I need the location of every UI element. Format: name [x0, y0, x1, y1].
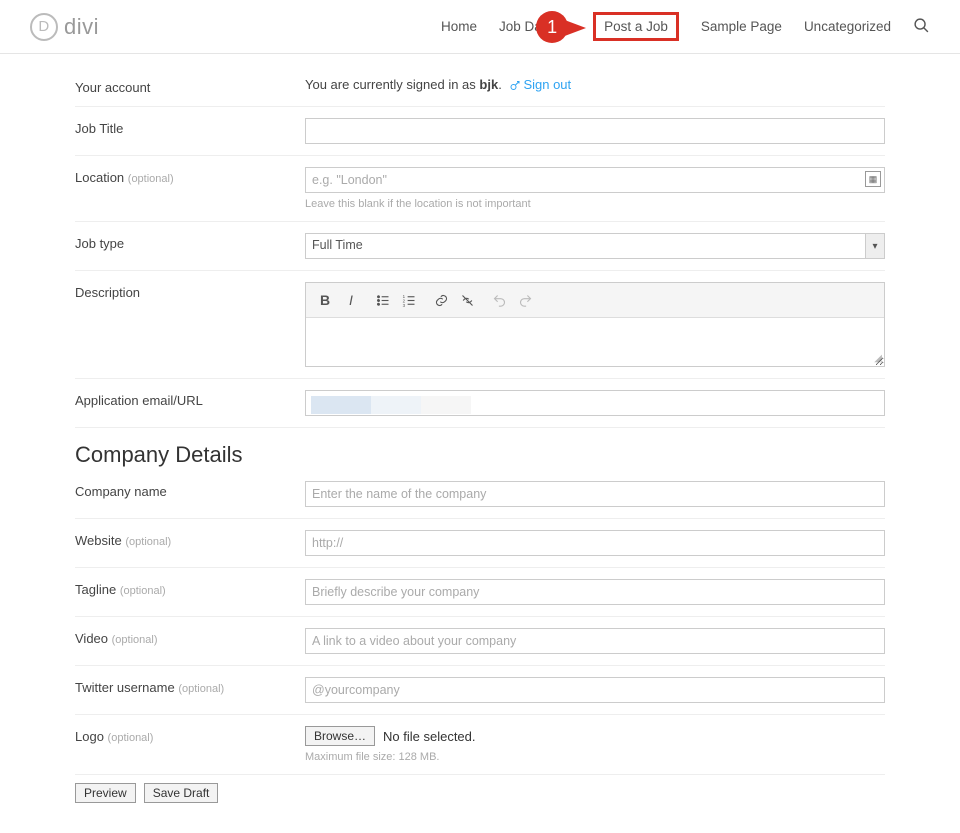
label-account: Your account [75, 77, 305, 95]
label-twitter-text: Twitter username [75, 680, 175, 695]
masked-value [311, 396, 471, 414]
row-account: Your account You are currently signed in… [75, 66, 885, 107]
location-detect-icon[interactable]: ▦ [865, 171, 881, 187]
row-description: Description B I 123 ◢ [75, 271, 885, 379]
nav-uncategorized[interactable]: Uncategorized [804, 19, 891, 34]
label-logo-optional: (optional) [108, 732, 154, 744]
job-title-input[interactable] [305, 118, 885, 144]
description-textarea[interactable]: ◢ [306, 318, 884, 366]
tagline-input[interactable] [305, 579, 885, 605]
label-logo: Logo (optional) [75, 726, 305, 744]
video-input[interactable] [305, 628, 885, 654]
nav-post-a-job-label: Post a Job [604, 19, 668, 34]
ol-button[interactable]: 123 [396, 287, 422, 313]
row-video: Video (optional) [75, 617, 885, 666]
editor-toolbar: B I 123 [306, 283, 884, 318]
signed-in-prefix: You are currently signed in as [305, 77, 479, 92]
browse-button[interactable]: Browse… [305, 726, 375, 746]
twitter-input[interactable] [305, 677, 885, 703]
nav-home[interactable]: Home [441, 19, 477, 34]
unlink-button[interactable] [454, 287, 480, 313]
undo-button[interactable] [486, 287, 512, 313]
label-website: Website (optional) [75, 530, 305, 548]
label-tagline-optional: (optional) [120, 585, 166, 597]
italic-button[interactable]: I [338, 287, 364, 313]
signed-in-user: bjk [479, 77, 498, 92]
resize-handle-icon[interactable]: ◢ [874, 353, 882, 364]
logo[interactable]: D divi [30, 13, 99, 41]
logo-hint: Maximum file size: 128 MB. [305, 751, 885, 763]
label-location-text: Location [75, 170, 124, 185]
website-input[interactable] [305, 530, 885, 556]
label-app-email: Application email/URL [75, 390, 305, 408]
label-company-name: Company name [75, 481, 305, 499]
company-details-heading: Company Details [75, 442, 885, 468]
row-app-email: Application email/URL [75, 379, 885, 428]
label-tagline: Tagline (optional) [75, 579, 305, 597]
label-website-text: Website [75, 533, 122, 548]
label-location-optional: (optional) [128, 173, 174, 185]
logo-icon: D [30, 13, 58, 41]
chevron-down-icon[interactable]: ▾ [865, 233, 885, 259]
nav-sample-page[interactable]: Sample Page [701, 19, 782, 34]
preview-button[interactable]: Preview [75, 783, 136, 803]
form-container: Your account You are currently signed in… [55, 54, 905, 833]
label-website-optional: (optional) [125, 536, 171, 548]
signed-in-suffix: . [498, 77, 505, 92]
location-hint: Leave this blank if the location is not … [305, 198, 885, 210]
account-status: You are currently signed in as bjk. Sign… [305, 77, 885, 92]
form-actions: Preview Save Draft [75, 783, 885, 803]
row-website: Website (optional) [75, 519, 885, 568]
arrow-right-icon [562, 19, 586, 37]
file-status: No file selected. [383, 729, 476, 744]
label-twitter: Twitter username (optional) [75, 677, 305, 695]
job-type-select[interactable]: Full Time [305, 233, 885, 259]
step-callout: 1 [536, 11, 594, 45]
label-description: Description [75, 282, 305, 300]
label-job-title: Job Title [75, 118, 305, 136]
label-logo-text: Logo [75, 729, 104, 744]
row-company-name: Company name [75, 470, 885, 519]
save-draft-button[interactable]: Save Draft [144, 783, 219, 803]
svg-text:3: 3 [402, 302, 405, 307]
row-logo: Logo (optional) Browse… No file selected… [75, 715, 885, 775]
search-icon[interactable] [913, 17, 930, 37]
link-button[interactable] [428, 287, 454, 313]
row-twitter: Twitter username (optional) [75, 666, 885, 715]
company-name-input[interactable] [305, 481, 885, 507]
redo-button[interactable] [512, 287, 538, 313]
label-tagline-text: Tagline [75, 582, 116, 597]
row-location: Location (optional) ▦ Leave this blank i… [75, 156, 885, 222]
label-job-type: Job type [75, 233, 305, 251]
label-twitter-optional: (optional) [178, 683, 224, 695]
location-input[interactable] [305, 167, 885, 193]
topbar: D divi Home Job Dashbo 1 Post a Job Samp… [0, 0, 960, 54]
signout-icon [509, 80, 521, 92]
nav-post-a-job[interactable]: 1 Post a Job [593, 12, 679, 41]
label-location: Location (optional) [75, 167, 305, 185]
signout-link[interactable]: Sign out [523, 77, 571, 92]
bold-button[interactable]: B [312, 287, 338, 313]
row-job-type: Job type Full Time ▾ [75, 222, 885, 271]
label-video-text: Video [75, 631, 108, 646]
row-tagline: Tagline (optional) [75, 568, 885, 617]
label-video-optional: (optional) [112, 634, 158, 646]
row-job-title: Job Title [75, 107, 885, 156]
brand-name: divi [64, 14, 99, 40]
ul-button[interactable] [370, 287, 396, 313]
description-editor: B I 123 ◢ [305, 282, 885, 367]
app-email-input[interactable] [305, 390, 885, 416]
label-video: Video (optional) [75, 628, 305, 646]
main-nav: Home Job Dashbo 1 Post a Job Sample Page… [441, 12, 930, 41]
